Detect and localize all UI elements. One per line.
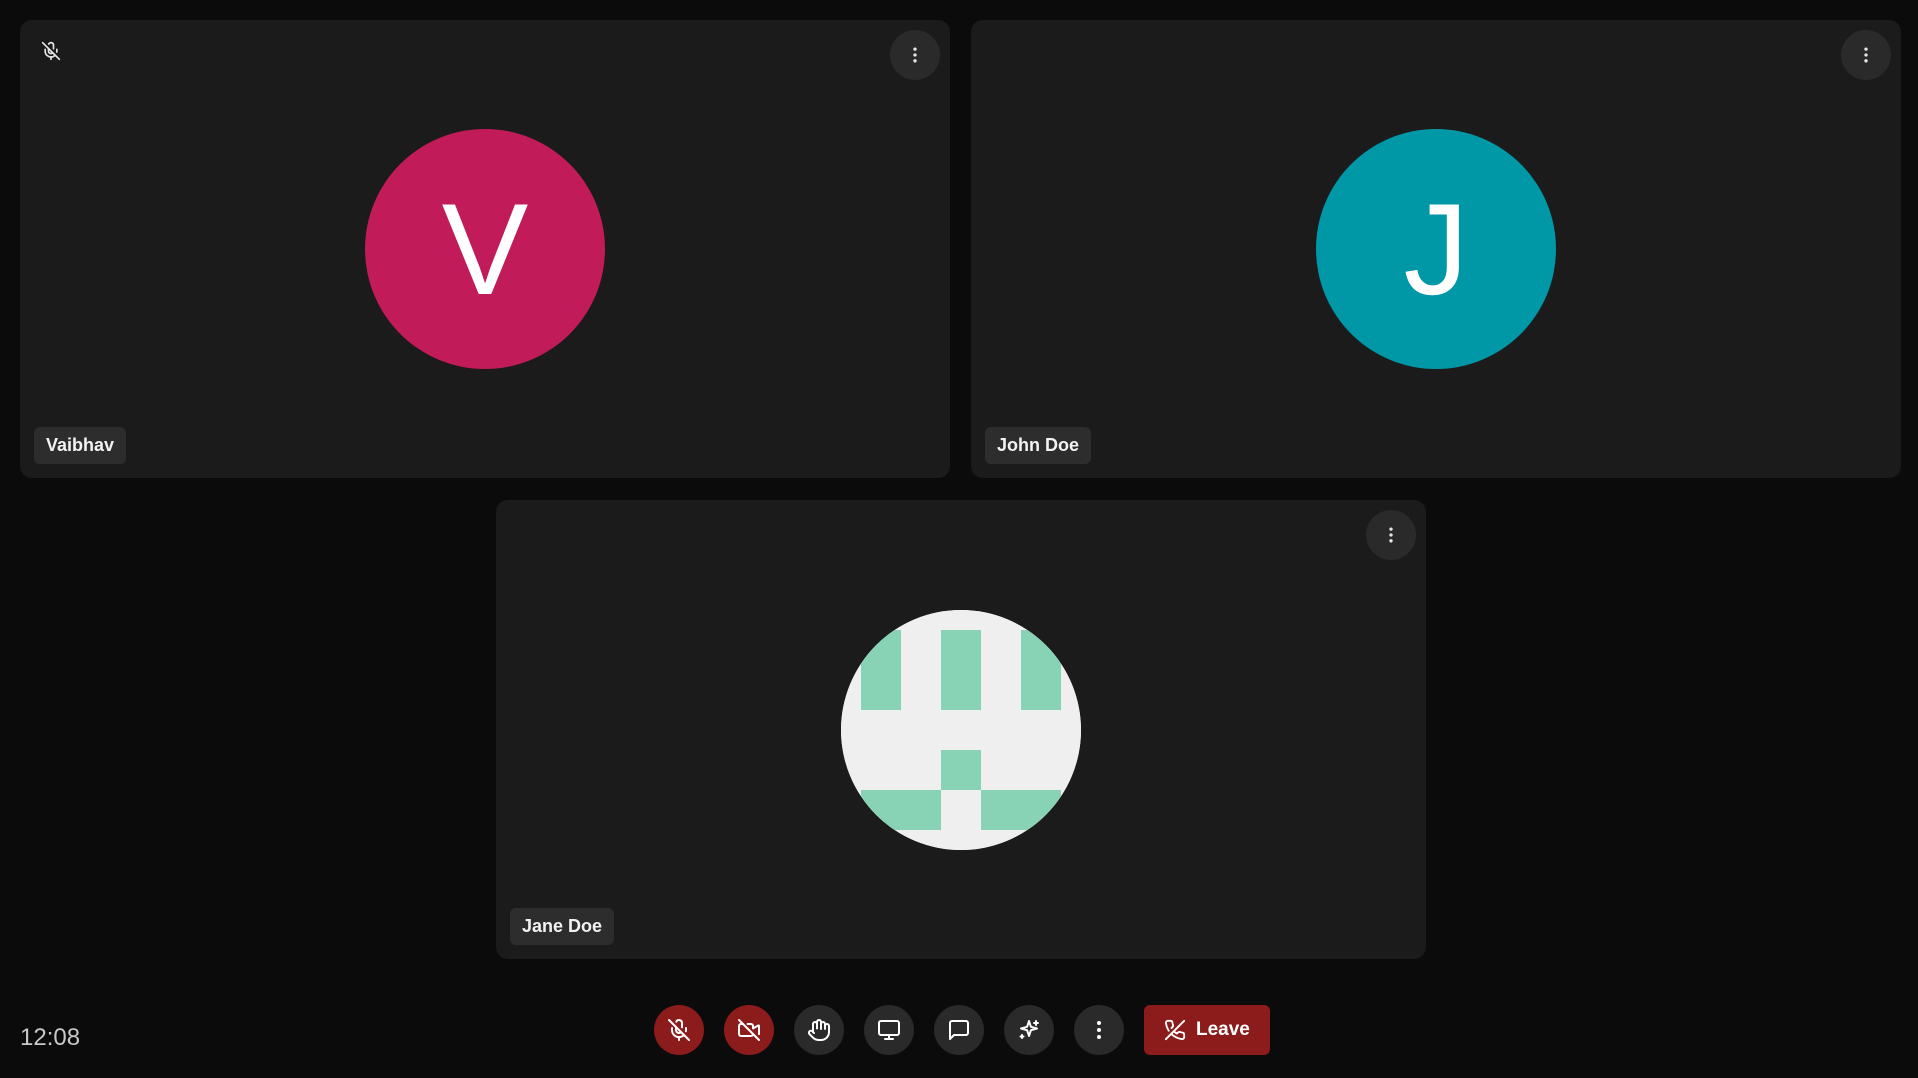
meeting-clock: 12:08 <box>20 1024 81 1051</box>
toggle-mic-button[interactable] <box>654 1005 704 1055</box>
toggle-camera-button[interactable] <box>724 1005 774 1055</box>
leave-label: Leave <box>1196 1019 1250 1040</box>
avatar: J <box>1316 129 1556 369</box>
participant-name: John Doe <box>985 427 1092 464</box>
participant-more-button[interactable] <box>1841 30 1891 80</box>
identicon-avatar <box>841 609 1081 850</box>
participant-name: Jane Doe <box>510 908 615 945</box>
participant-tile-jane-doe: Jane Doe <box>496 500 1426 959</box>
avatar-initial: J <box>1403 176 1469 322</box>
participant-more-button[interactable] <box>1366 510 1416 560</box>
meeting-toolbar: Leave <box>654 1005 1270 1055</box>
mic-off-icon <box>36 36 66 66</box>
more-options-button[interactable] <box>1074 1005 1124 1055</box>
video-off-icon <box>738 1019 760 1041</box>
more-vertical-icon <box>1097 1021 1101 1039</box>
more-vertical-icon <box>1864 47 1868 63</box>
effects-button[interactable] <box>1004 1005 1054 1055</box>
participant-more-button[interactable] <box>890 30 940 80</box>
participant-tile-vaibhav: V Vaibhav <box>20 20 950 478</box>
mic-off-icon <box>668 1019 690 1041</box>
more-vertical-icon <box>1389 527 1393 543</box>
raise-hand-button[interactable] <box>794 1005 844 1055</box>
avatar-initial: V <box>441 176 529 322</box>
monitor-icon <box>878 1020 900 1040</box>
leave-button[interactable]: Leave <box>1144 1005 1270 1055</box>
more-vertical-icon <box>913 47 917 63</box>
sparkles-icon <box>1019 1020 1039 1039</box>
participant-name: Vaibhav <box>34 427 127 464</box>
avatar: V <box>365 129 605 369</box>
chat-button[interactable] <box>934 1005 984 1055</box>
participant-tile-john-doe: J John Doe <box>971 20 1901 478</box>
share-screen-button[interactable] <box>864 1005 914 1055</box>
phone-off-icon <box>1164 1019 1186 1041</box>
message-square-icon <box>949 1020 969 1040</box>
hand-icon <box>807 1019 830 1041</box>
